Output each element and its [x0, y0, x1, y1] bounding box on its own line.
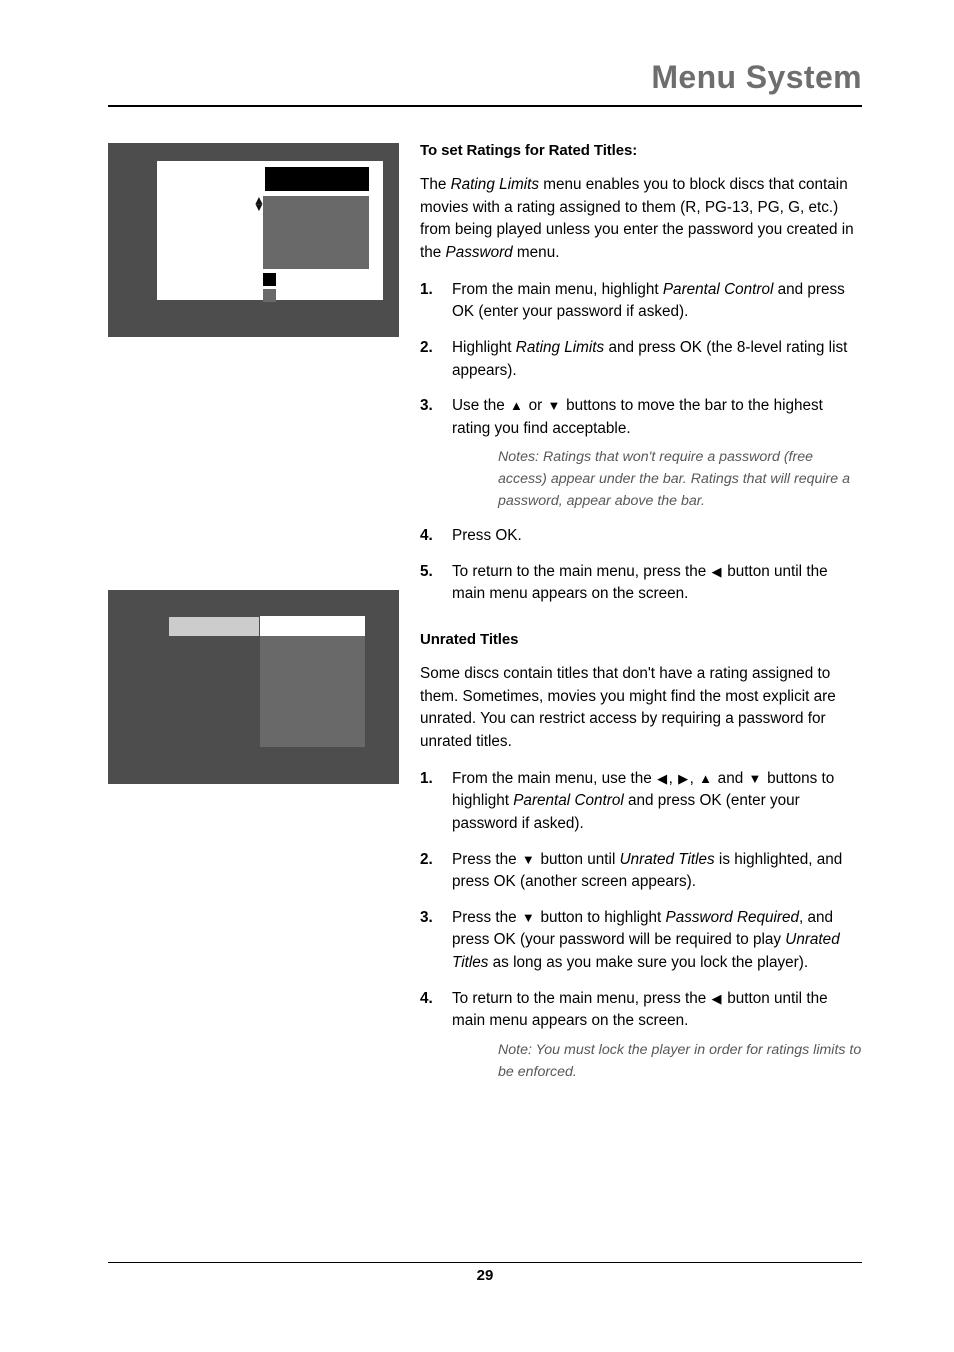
- text-run: Press OK.: [452, 527, 522, 545]
- step-text: To return to the main menu, press the ◀ …: [452, 563, 828, 603]
- step-number: 5.: [420, 562, 433, 580]
- direction-arrow-icon: ▶: [678, 770, 689, 786]
- text-run: Press the: [452, 850, 521, 868]
- text-run: The: [420, 176, 451, 194]
- step-text: Press the ▼ button to highlight Password…: [452, 909, 840, 971]
- text-run: or: [524, 397, 547, 415]
- text-run: To return to the main menu, press the: [452, 562, 711, 580]
- instruction-step: 2. Highlight Rating Limits and press OK (…: [420, 337, 864, 382]
- text-run: as long as you make sure you lock the pl…: [488, 954, 809, 972]
- instruction-step: 4. To return to the main menu, press the …: [420, 988, 864, 1083]
- rating-limits-menu-screenshot: ▲ ▼: [108, 143, 399, 337]
- instruction-step: 3. Use the ▲ or ▼ buttons to move the bar…: [420, 395, 864, 512]
- instruction-step: 2. Press the ▼ button until Unrated Title…: [420, 849, 864, 894]
- instruction-step: 1. From the main menu, highlight Parental…: [420, 279, 864, 324]
- instruction-step-list: 1. From the main menu, highlight Parental…: [420, 279, 864, 606]
- direction-arrow-icon: ◀: [711, 563, 722, 579]
- instruction-step: 3. Press the ▼ button to highlight Passwo…: [420, 907, 864, 975]
- step-text: To return to the main menu, press the ◀ …: [452, 990, 828, 1030]
- text-run: Highlight: [452, 338, 516, 356]
- direction-arrow-icon: ▼: [547, 398, 561, 414]
- page-title: Menu System: [651, 59, 862, 95]
- page-header: Menu System: [108, 59, 862, 108]
- footer-divider: [108, 1262, 862, 1263]
- step-number: 3.: [420, 908, 433, 926]
- direction-arrow-icon: ◀: [711, 990, 722, 1006]
- text-run: and: [713, 769, 748, 787]
- text-run: Press the: [452, 908, 521, 926]
- emphasized-term: Parental Control: [513, 792, 624, 810]
- text-run: From the main menu, highlight: [452, 280, 663, 298]
- step-number: 4.: [420, 527, 433, 545]
- unrated-titles-menu-screenshot: [108, 590, 399, 784]
- section-intro-paragraph: The Rating Limits menu enables you to bl…: [420, 174, 864, 265]
- step-text: Press OK.: [452, 527, 522, 544]
- step-text: Use the ▲ or ▼ buttons to move the bar t…: [452, 397, 823, 437]
- text-run: ,: [689, 769, 699, 787]
- emphasized-term: Password: [445, 244, 513, 262]
- emphasized-term: Rating Limits: [515, 338, 605, 356]
- legend-swatch-free-access: [263, 289, 276, 302]
- instruction-step: 1. From the main menu, use the ◀, ▶, ▲ an…: [420, 768, 864, 836]
- legend-swatch-restricted: [263, 273, 276, 286]
- menu-options-block: [260, 636, 365, 747]
- article-body: To set Ratings for Rated Titles: The Rati…: [420, 140, 864, 1096]
- menu-highlight-bar: [260, 616, 365, 636]
- direction-arrow-icon: ▼: [521, 909, 536, 925]
- selected-rating-bar: [265, 167, 369, 191]
- step-number: 2.: [420, 850, 433, 868]
- text-run: Some discs contain titles that don't hav…: [420, 665, 836, 751]
- text-run: ,: [668, 769, 678, 787]
- text-run: button to highlight: [536, 908, 666, 926]
- scroll-down-icon: ▼: [253, 200, 265, 214]
- menu-label-bar: [169, 617, 259, 636]
- section-heading-unrated-titles: Unrated Titles: [420, 631, 519, 649]
- step-number: 2.: [420, 338, 433, 356]
- step-number: 1.: [420, 280, 433, 298]
- section-heading-rated-titles: To set Ratings for Rated Titles:: [420, 142, 638, 159]
- step-text: Press the ▼ button until Unrated Titles …: [452, 851, 842, 891]
- step-number: 3.: [420, 397, 433, 415]
- menu-panel-background: ▲ ▼: [157, 161, 383, 302]
- instruction-step-list: 1. From the main menu, use the ◀, ▶, ▲ an…: [420, 768, 864, 1083]
- instruction-step: 5. To return to the main menu, press the …: [420, 561, 864, 606]
- step-text: Highlight Rating Limits and press OK (th…: [452, 339, 847, 379]
- step-note: Note: You must lock the player in order …: [498, 1041, 862, 1080]
- section-intro-paragraph: Some discs contain titles that don't hav…: [420, 663, 864, 754]
- step-text: From the main menu, use the ◀, ▶, ▲ and …: [452, 770, 834, 832]
- text-run: button until: [536, 850, 620, 868]
- step-text: From the main menu, highlight Parental C…: [452, 281, 845, 321]
- scroll-indicator: ▲ ▼: [253, 193, 265, 214]
- instruction-step: 4. Press OK.: [420, 525, 864, 548]
- emphasized-term: Unrated Titles: [619, 850, 715, 868]
- emphasized-term: Password Required: [665, 908, 800, 926]
- step-number: 4.: [420, 989, 433, 1007]
- direction-arrow-icon: ▼: [521, 851, 536, 867]
- direction-arrow-icon: ◀: [657, 770, 668, 786]
- text-run: menu.: [512, 244, 560, 262]
- text-run: To return to the main menu, press the: [452, 989, 711, 1007]
- direction-arrow-icon: ▲: [509, 398, 524, 414]
- emphasized-term: Rating Limits: [450, 176, 540, 194]
- header-divider: [108, 105, 862, 108]
- direction-arrow-icon: ▼: [748, 770, 762, 786]
- page-number: 29: [476, 1267, 494, 1284]
- step-number: 1.: [420, 769, 433, 787]
- emphasized-term: Parental Control: [662, 280, 774, 298]
- step-note: Notes: Ratings that won't require a pass…: [498, 449, 850, 509]
- direction-arrow-icon: ▲: [699, 770, 713, 786]
- rating-list-block: [263, 196, 369, 269]
- text-run: From the main menu, use the: [452, 769, 657, 787]
- page-footer: 29: [108, 1262, 862, 1284]
- text-run: Use the: [452, 397, 509, 415]
